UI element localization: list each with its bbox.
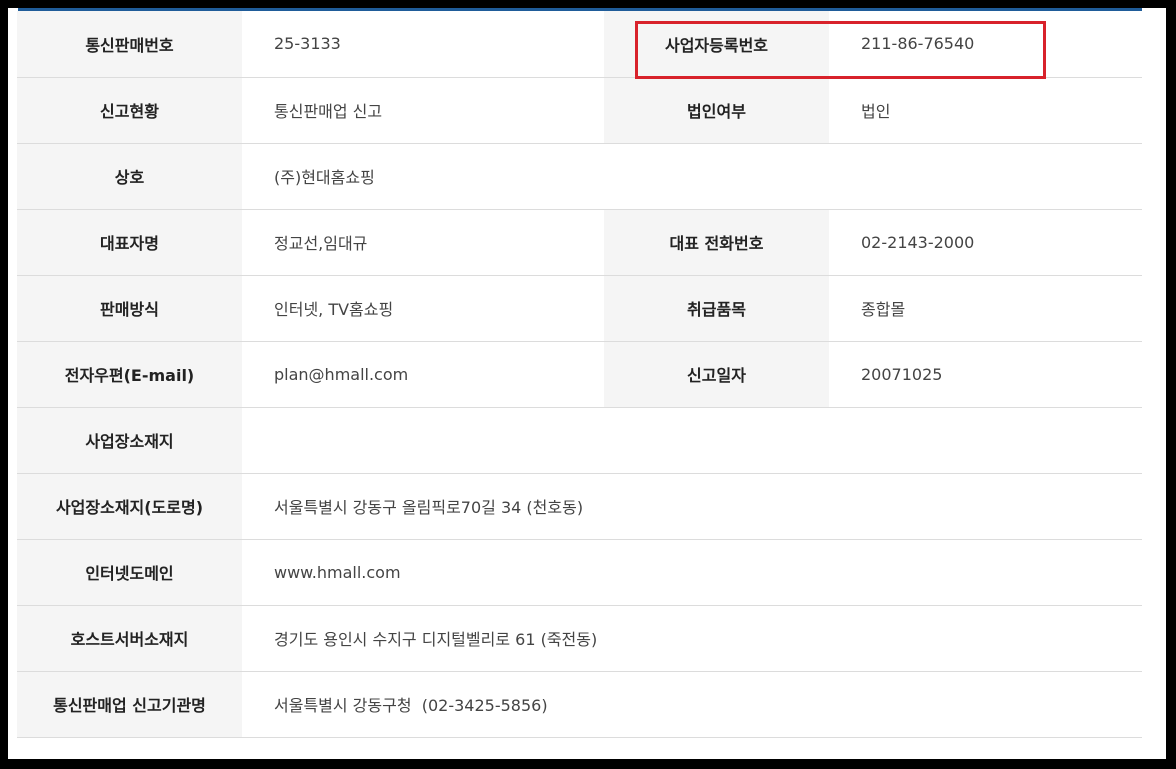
value-report-status: 통신판매업 신고 <box>242 77 604 144</box>
table-row: 판매방식 인터넷, TV홈쇼핑 취급품목 종합몰 <box>17 275 1142 342</box>
label-business-reg-number: 사업자등록번호 <box>604 11 829 78</box>
business-info-panel: 통신판매번호 25-3133 사업자등록번호 211-86-76540 신고현황… <box>8 8 1166 759</box>
table-row: 전자우편(E-mail) plan@hmall.com 신고일자 2007102… <box>17 341 1142 408</box>
label-report-date: 신고일자 <box>604 341 829 408</box>
value-mail-order-number: 25-3133 <box>242 11 604 78</box>
label-phone: 대표 전화번호 <box>604 209 829 276</box>
value-road-address: 서울특별시 강동구 올림픽로70길 34 (천호동) <box>242 473 1142 540</box>
value-company-name: (주)현대홈쇼핑 <box>242 143 1142 210</box>
value-representative: 정교선,임대규 <box>242 209 604 276</box>
label-representative: 대표자명 <box>17 209 242 276</box>
label-company-name: 상호 <box>17 143 242 210</box>
value-report-date: 20071025 <box>829 341 1142 408</box>
label-internet-domain: 인터넷도메인 <box>17 539 242 606</box>
value-corporation: 법인 <box>829 77 1142 144</box>
label-road-address: 사업장소재지(도로명) <box>17 473 242 540</box>
table-row: 사업장소재지 <box>17 407 1142 474</box>
label-reporting-agency: 통신판매업 신고기관명 <box>17 671 242 738</box>
label-address: 사업장소재지 <box>17 407 242 474</box>
table-row: 통신판매업 신고기관명 서울특별시 강동구청 (02-3425-5856) <box>17 671 1142 738</box>
value-phone: 02-2143-2000 <box>829 209 1142 276</box>
value-business-reg-number: 211-86-76540 <box>829 11 1142 78</box>
table-row: 신고현황 통신판매업 신고 법인여부 법인 <box>17 77 1142 144</box>
value-address <box>242 407 1142 474</box>
label-corporation: 법인여부 <box>604 77 829 144</box>
label-product-category: 취급품목 <box>604 275 829 342</box>
table-row: 호스트서버소재지 경기도 용인시 수지구 디지털벨리로 61 (죽전동) <box>17 605 1142 672</box>
value-email: plan@hmall.com <box>242 341 604 408</box>
table-row: 통신판매번호 25-3133 사업자등록번호 211-86-76540 <box>17 11 1142 78</box>
business-info-table: 통신판매번호 25-3133 사업자등록번호 211-86-76540 신고현황… <box>17 11 1142 738</box>
label-sales-method: 판매방식 <box>17 275 242 342</box>
label-host-server-location: 호스트서버소재지 <box>17 605 242 672</box>
value-product-category: 종합몰 <box>829 275 1142 342</box>
table-row: 인터넷도메인 www.hmall.com <box>17 539 1142 606</box>
label-report-status: 신고현황 <box>17 77 242 144</box>
table-row: 사업장소재지(도로명) 서울특별시 강동구 올림픽로70길 34 (천호동) <box>17 473 1142 540</box>
label-mail-order-number: 통신판매번호 <box>17 11 242 78</box>
table-row: 상호 (주)현대홈쇼핑 <box>17 143 1142 210</box>
value-reporting-agency: 서울특별시 강동구청 (02-3425-5856) <box>242 671 1142 738</box>
value-host-server-location: 경기도 용인시 수지구 디지털벨리로 61 (죽전동) <box>242 605 1142 672</box>
label-email: 전자우편(E-mail) <box>17 341 242 408</box>
value-internet-domain: www.hmall.com <box>242 539 1142 606</box>
value-sales-method: 인터넷, TV홈쇼핑 <box>242 275 604 342</box>
table-row: 대표자명 정교선,임대규 대표 전화번호 02-2143-2000 <box>17 209 1142 276</box>
